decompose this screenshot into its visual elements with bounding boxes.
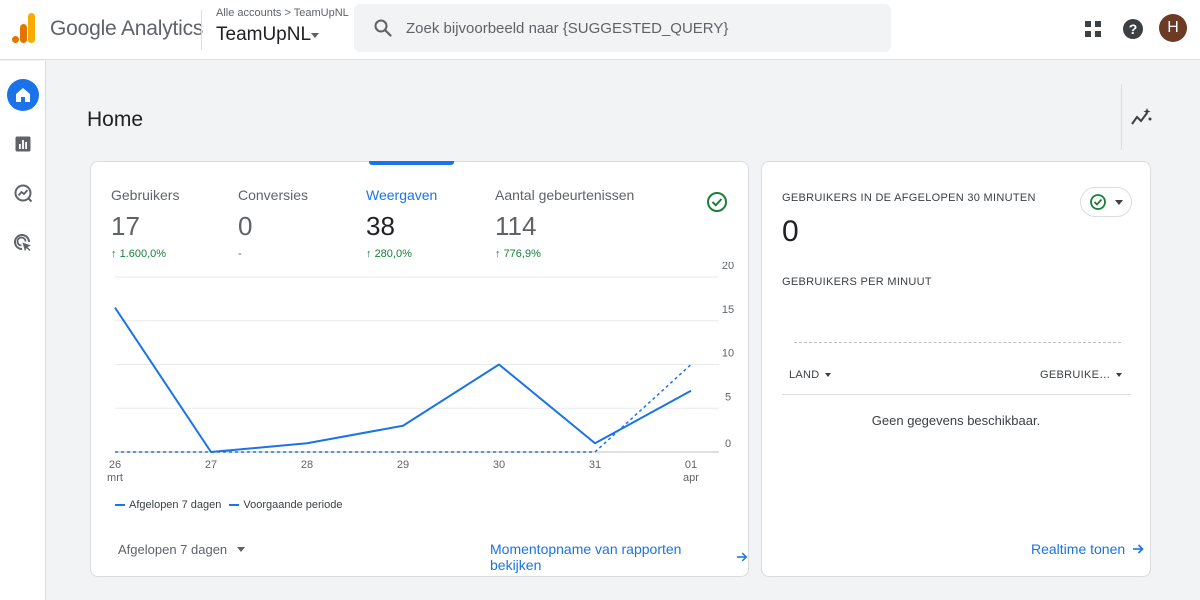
account-breadcrumb[interactable]: Alle accounts > TeamUpNL (216, 7, 349, 19)
sidebar-item-home[interactable] (7, 79, 39, 111)
x-tick-label: 28 (301, 459, 313, 471)
series-line-current (114, 307, 692, 453)
metric-tab-views[interactable]: Weergaven 38 ↑ 280,0% (366, 187, 437, 260)
arrow-up-icon: ↑ (111, 248, 117, 260)
bar-chart-icon (15, 136, 31, 152)
header-divider (201, 10, 202, 50)
check-circle-icon (1090, 194, 1106, 210)
search-icon (374, 19, 392, 37)
metric-tab-conversions[interactable]: Conversies 0 - (238, 187, 308, 260)
sidebar-item-advertising[interactable] (7, 227, 39, 259)
metric-change: ↑ 776,9% (495, 248, 541, 260)
cursor-target-icon (14, 234, 31, 252)
realtime-title: GEBRUIKERS IN DE AFGELOPEN 30 MINUTEN (782, 192, 1036, 204)
x-tick-label: 31 (589, 459, 601, 471)
metric-value: 114 (495, 211, 537, 241)
metric-change: ↑ 1.600,0% (111, 248, 167, 260)
chevron-down-icon (237, 547, 246, 552)
avatar[interactable]: H (1159, 14, 1187, 42)
arrow-up-icon: ↑ (495, 248, 501, 260)
arrow-up-icon: ↑ (366, 248, 372, 260)
view-realtime-link[interactable]: Realtime tonen (1031, 541, 1144, 557)
metric-change: - (238, 248, 242, 260)
sidebar-item-explore[interactable] (7, 177, 39, 209)
x-tick-label: 01 (685, 459, 697, 471)
metric-label: Weergaven (366, 187, 438, 203)
y-tick-label: 20 (722, 262, 734, 272)
svg-text:?: ? (1129, 21, 1138, 37)
legend-swatch-dashed (229, 504, 240, 506)
search-bar[interactable] (354, 4, 891, 52)
overview-card: Gebruikers 17 ↑ 1.600,0% Conversies 0 - … (90, 161, 749, 577)
apps-grid-icon[interactable] (1080, 16, 1106, 42)
x-tick-label: 29 (397, 459, 409, 471)
help-icon[interactable]: ? (1120, 16, 1146, 42)
empty-state-message: Geen gegevens beschikbaar. (871, 413, 1041, 428)
metric-label: Aantal gebeurtenissen (495, 187, 635, 203)
line-chart: 0 5 10 15 20 26mrt 27 28 29 30 31 01apr (107, 262, 734, 484)
column-header-country[interactable]: LAND (789, 369, 831, 381)
view-reports-snapshot-link[interactable]: Momentopname van rapporten bekijken (490, 541, 748, 573)
metric-value: 0 (238, 211, 253, 241)
realtime-subtitle: GEBRUIKERS PER MINUUT (782, 276, 932, 288)
metric-value: 38 (366, 211, 395, 241)
metric-tab-users[interactable]: Gebruikers 17 ↑ 1.600,0% (111, 187, 179, 260)
date-range-dropdown[interactable]: Afgelopen 7 dagen (118, 542, 246, 557)
x-tick-sublabel: apr (683, 472, 699, 484)
insights-icon[interactable] (1130, 107, 1152, 129)
chevron-down-icon (824, 373, 831, 377)
realtime-compare-dropdown[interactable] (1080, 187, 1132, 217)
x-tick-sublabel: mrt (107, 472, 123, 484)
search-input[interactable] (406, 8, 876, 48)
chevron-down-icon (1115, 199, 1123, 205)
check-circle-icon[interactable] (706, 191, 728, 213)
legend-item-current: Afgelopen 7 dagen (115, 499, 221, 511)
legend-swatch-solid (115, 504, 125, 506)
metric-label: Conversies (238, 187, 309, 203)
arrow-right-icon (737, 552, 748, 562)
x-tick-label: 30 (493, 459, 505, 471)
table-divider (782, 394, 1131, 395)
side-nav (0, 61, 46, 600)
property-selector[interactable]: TeamUpNL (216, 24, 311, 46)
legend-item-previous: Voorgaande periode (229, 499, 342, 511)
realtime-value: 0 (782, 215, 799, 248)
x-tick-label: 27 (205, 459, 217, 471)
google-analytics-logo[interactable] (12, 13, 36, 43)
chart-legend: Afgelopen 7 dagen Voorgaande periode (115, 499, 350, 511)
metric-label: Gebruikers (111, 187, 180, 203)
property-dropdown-icon[interactable] (311, 33, 319, 38)
top-bar: Google Analytics Alle accounts > TeamUpN… (0, 0, 1200, 60)
realtime-card: GEBRUIKERS IN DE AFGELOPEN 30 MINUTEN 0 … (761, 161, 1151, 577)
y-tick-label: 5 (725, 391, 731, 403)
y-tick-label: 0 (725, 438, 731, 450)
insights-divider (1121, 84, 1122, 150)
metric-value: 17 (111, 211, 140, 241)
column-header-users[interactable]: GEBRUIKE… (1040, 369, 1122, 381)
y-tick-label: 10 (722, 348, 734, 360)
per-minute-chart-baseline (794, 342, 1121, 343)
chevron-down-icon (1115, 373, 1122, 377)
metric-change: ↑ 280,0% (366, 248, 412, 260)
explore-icon (14, 184, 33, 203)
arrow-right-icon (1133, 544, 1144, 554)
sidebar-item-reports[interactable] (7, 128, 39, 160)
home-icon (16, 88, 30, 102)
y-tick-label: 15 (722, 304, 734, 316)
x-tick-label: 26 (109, 459, 121, 471)
app-name: Google Analytics (50, 17, 204, 40)
active-metric-indicator (369, 161, 454, 165)
metric-tab-events[interactable]: Aantal gebeurtenissen 114 ↑ 776,9% (495, 187, 634, 260)
page-title: Home (87, 108, 144, 131)
